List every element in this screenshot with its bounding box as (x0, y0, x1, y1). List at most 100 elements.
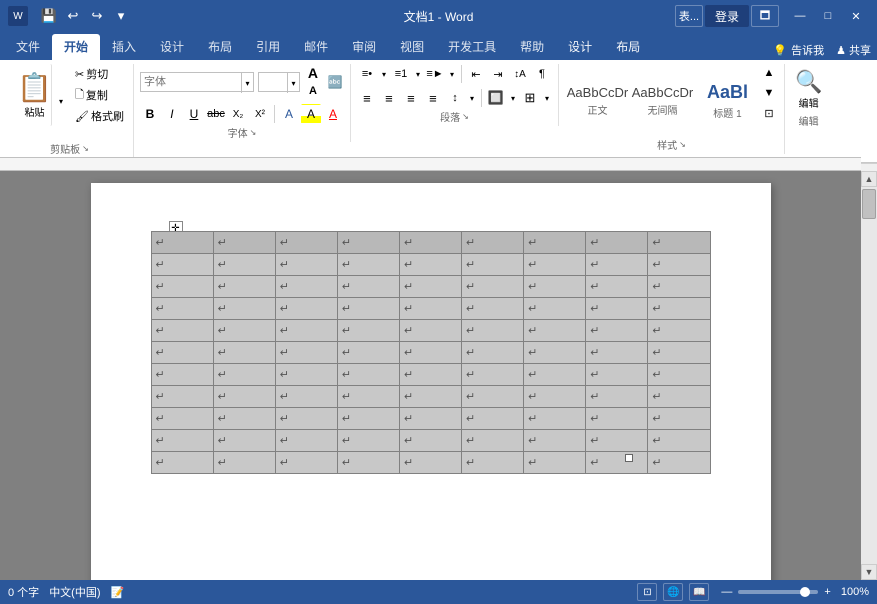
table-cell[interactable]: ↵ (275, 430, 337, 452)
zoom-percent[interactable]: 100% (841, 586, 869, 598)
table-cell[interactable]: ↵ (337, 452, 399, 474)
tab-design[interactable]: 设计 (148, 34, 196, 60)
font-grow-button[interactable]: A (304, 64, 322, 82)
undo-button[interactable]: ↩ (62, 5, 84, 27)
tab-view[interactable]: 视图 (388, 34, 436, 60)
table-cell[interactable]: ↵ (462, 452, 524, 474)
customize-qat-button[interactable]: ▾ (110, 5, 132, 27)
tab-insert[interactable]: 插入 (100, 34, 148, 60)
font-name-input[interactable] (141, 73, 241, 91)
table-cell[interactable]: ↵ (399, 430, 461, 452)
font-shrink-button[interactable]: A (304, 82, 322, 100)
paste-dropdown-button[interactable]: ▾ (52, 92, 70, 110)
table-cell[interactable]: ↵ (648, 364, 710, 386)
tab-references[interactable]: 引用 (244, 34, 292, 60)
table-cell[interactable]: ↵ (648, 254, 710, 276)
table-cell[interactable]: ↵ (337, 386, 399, 408)
table-cell[interactable]: ↵ (337, 320, 399, 342)
table-cell[interactable]: ↵ (648, 430, 710, 452)
table-cell[interactable]: ↵ (648, 276, 710, 298)
tab-file[interactable]: 文件 (4, 34, 52, 60)
table-cell[interactable]: ↵ (462, 342, 524, 364)
table-cell[interactable]: ↵ (213, 232, 275, 254)
table-cell[interactable]: ↵ (337, 342, 399, 364)
tab-table-layout[interactable]: 布局 (604, 34, 652, 60)
show-marks-button[interactable]: ¶ (532, 64, 552, 84)
login-button[interactable]: 登录 (705, 5, 749, 27)
table-cell[interactable]: ↵ (213, 364, 275, 386)
underline-button[interactable]: U (184, 104, 204, 124)
table-cell[interactable]: ↵ (586, 386, 648, 408)
multilevel-dropdown[interactable]: ▾ (447, 65, 457, 83)
table-cell[interactable]: ↵ (151, 408, 213, 430)
tab-review[interactable]: 审阅 (340, 34, 388, 60)
maximize-button[interactable]: □ (815, 5, 841, 27)
subscript-button[interactable]: X₂ (228, 104, 248, 124)
table-cell[interactable]: ↵ (524, 342, 586, 364)
table-cell[interactable]: ↵ (275, 232, 337, 254)
table-cell[interactable]: ↵ (524, 320, 586, 342)
table-cell[interactable]: ↵ (586, 298, 648, 320)
shading-dropdown[interactable]: ▾ (508, 89, 518, 107)
table-cell[interactable]: ↵ (337, 254, 399, 276)
table-cell[interactable]: ↵ (151, 452, 213, 474)
table-cell[interactable]: ↵ (586, 342, 648, 364)
table-cell[interactable]: ↵ (337, 408, 399, 430)
table-cell[interactable]: ↵ (524, 430, 586, 452)
table-cell[interactable]: ↵ (648, 298, 710, 320)
table-cell[interactable]: ↵ (337, 298, 399, 320)
sort-button[interactable]: ↕A (510, 64, 530, 84)
tell-me-button[interactable]: 💡 告诉我 (767, 40, 830, 60)
tab-table-design[interactable]: 设计 (556, 34, 604, 60)
tab-layout[interactable]: 布局 (196, 34, 244, 60)
table-cell[interactable]: ↵ (648, 386, 710, 408)
table-cell[interactable]: ↵ (648, 342, 710, 364)
table-cell[interactable]: ↵ (213, 342, 275, 364)
table-cell[interactable]: ↵ (399, 254, 461, 276)
table-cell[interactable]: ↵ (213, 298, 275, 320)
tab-mailings[interactable]: 邮件 (292, 34, 340, 60)
align-left-button[interactable]: ≡ (357, 88, 377, 108)
table-cell[interactable]: ↵ (586, 430, 648, 452)
table-cell[interactable]: ↵ (586, 452, 648, 474)
cut-button[interactable]: ✂ 剪切 (72, 64, 127, 84)
table-cell[interactable]: ↵ (151, 254, 213, 276)
table-cell[interactable]: ↵ (213, 408, 275, 430)
table-cell[interactable]: ↵ (399, 320, 461, 342)
table-cell[interactable]: ↵ (648, 408, 710, 430)
table-cell[interactable]: ↵ (462, 386, 524, 408)
table-cell[interactable]: ↵ (213, 276, 275, 298)
table-cell[interactable]: ↵ (586, 232, 648, 254)
font-size-input[interactable] (259, 73, 287, 91)
table-cell[interactable]: ↵ (586, 320, 648, 342)
zoom-thumb[interactable] (800, 587, 810, 597)
style-heading1-button[interactable]: AaBl 标题 1 (695, 76, 760, 126)
table-cell[interactable]: ↵ (648, 232, 710, 254)
font-name-select[interactable]: ▾ (140, 72, 254, 92)
styles-more-button[interactable]: ⊡ (760, 104, 778, 122)
table-cell[interactable]: ↵ (524, 408, 586, 430)
table-cell[interactable]: ↵ (586, 408, 648, 430)
table-cell[interactable]: ↵ (399, 386, 461, 408)
zoom-minus-button[interactable]: — (721, 586, 732, 598)
table-cell[interactable]: ↵ (399, 408, 461, 430)
table-cell[interactable]: ↵ (213, 386, 275, 408)
text-highlight-button[interactable]: A (301, 104, 321, 124)
close-button[interactable]: ✕ (843, 5, 869, 27)
share-button[interactable]: ♟ 共享 (830, 40, 877, 60)
read-mode-button[interactable]: 📖 (689, 583, 709, 601)
table-cell[interactable]: ↵ (524, 232, 586, 254)
table-cell[interactable]: ↵ (648, 452, 710, 474)
save-button[interactable]: 💾 (38, 5, 60, 27)
font-expand-icon[interactable]: ↘ (250, 128, 257, 137)
table-cell[interactable]: ↵ (399, 276, 461, 298)
align-center-button[interactable]: ≡ (379, 88, 399, 108)
layout-button[interactable]: 表... (675, 5, 703, 27)
borders-button[interactable]: ⊞ (520, 88, 540, 108)
bullets-button[interactable]: ≡• (357, 64, 377, 84)
justify-button[interactable]: ≡ (423, 88, 443, 108)
table-cell[interactable]: ↵ (462, 320, 524, 342)
table-cell[interactable]: ↵ (524, 298, 586, 320)
strikethrough-button[interactable]: abc (206, 104, 226, 124)
copy-button[interactable]: 🗋 复制 (72, 85, 127, 105)
